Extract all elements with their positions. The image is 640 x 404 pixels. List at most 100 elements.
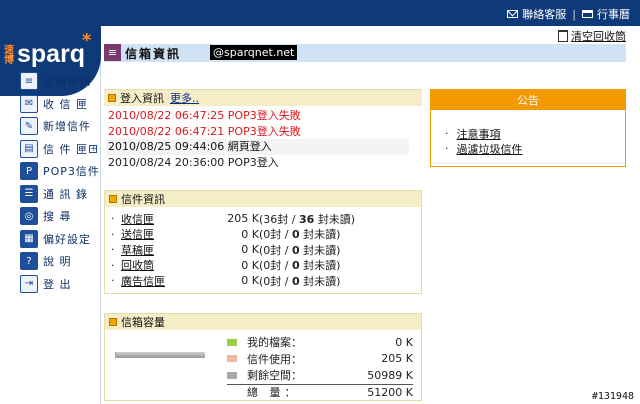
notice-title: 公告 xyxy=(431,90,625,110)
quota-value: 50989 K xyxy=(367,368,413,382)
top-links: 聯絡客服 | 行事曆 xyxy=(507,6,630,22)
notice-link-spam-filter[interactable]: 過濾垃圾信件 xyxy=(457,141,523,157)
logo-star-icon: * xyxy=(82,30,92,51)
sidebar-item-search[interactable]: ◎ 搜 尋 xyxy=(20,205,100,228)
quota-total-row: 總 量： 51200 K xyxy=(227,383,413,401)
sidebar-item-pop3[interactable]: P POP3信件 xyxy=(20,160,100,183)
folder-link-ads[interactable]: 廣告信匣 xyxy=(121,273,211,289)
mail-folder-row: · 收信匣 205 K (36封 / 36 封未讀) xyxy=(111,211,356,227)
login-list: 2010/08/22 06:47:25 POP3登入失敗 2010/08/22 … xyxy=(104,106,409,170)
sidebar: 速博 sparq * ≡ 信箱資訊 ✉ 收 信 匣 ✎ 新增信件 ▤ 信 件 匣… xyxy=(0,26,101,404)
quota-total-label: 總 量： xyxy=(247,386,300,400)
login-info-panel: 登入資訊 更多.. 2010/08/22 06:47:25 POP3登入失敗 2… xyxy=(104,89,422,175)
contact-support-link[interactable]: 聯絡客服 xyxy=(522,6,566,22)
document-icon: ≡ xyxy=(20,72,38,91)
folder-icon: ▤ xyxy=(20,139,38,158)
login-info-header: 登入資訊 更多.. xyxy=(104,90,422,106)
folder-link-trash[interactable]: 回收筒 xyxy=(121,257,211,273)
sidebar-item-mailbox-info[interactable]: ≡ 信箱資訊 xyxy=(20,70,100,93)
login-info-title: 登入資訊 xyxy=(120,92,164,105)
legend-swatch xyxy=(227,355,237,363)
mail-folder-row: · 送信匣 0 K (0封 / 0 封未讀) xyxy=(111,226,341,242)
sidebar-item-label: POP3信件 xyxy=(43,165,100,179)
folder-count: (36封 / 36 封未讀) xyxy=(259,212,356,226)
sidebar-item-compose[interactable]: ✎ 新增信件 xyxy=(20,115,100,138)
sidebar-item-label: 信 件 匣 xyxy=(43,142,88,156)
legend-swatch xyxy=(227,371,237,379)
folder-count: (0封 / 0 封未讀) xyxy=(259,274,341,288)
folder-count: (0封 / 0 封未讀) xyxy=(259,243,341,257)
mail-folder-row: · 回收筒 0 K (0封 / 0 封未讀) xyxy=(111,257,341,273)
mail-info-title: 信件資訊 xyxy=(121,193,165,206)
trash-icon xyxy=(558,30,568,42)
search-icon: ◎ xyxy=(20,207,38,226)
top-links-separator: | xyxy=(572,7,576,21)
folder-size: 0 K xyxy=(241,258,259,272)
sidebar-item-preferences[interactable]: ▦ 偏好設定 xyxy=(20,228,100,251)
quota-label: 信件使用： xyxy=(247,352,302,366)
sidebar-item-folders[interactable]: ▤ 信 件 匣 + xyxy=(20,138,100,161)
sidebar-item-logout[interactable]: ⇥ 登 出 xyxy=(20,273,100,296)
notice-item: · 過濾垃圾信件 xyxy=(445,141,523,157)
legend-swatch xyxy=(227,338,237,346)
sidebar-item-label: 登 出 xyxy=(43,277,72,291)
folder-size: 0 K xyxy=(241,227,259,241)
expand-icon[interactable]: + xyxy=(89,144,98,153)
sidebar-item-label: 偏好設定 xyxy=(43,232,91,246)
notice-panel: 公告 · 注意事項 · 過濾垃圾信件 xyxy=(430,89,626,167)
folder-count: (0封 / 0 封未讀) xyxy=(259,228,341,242)
top-bar: 聯絡客服 | 行事曆 xyxy=(0,0,640,26)
sidebar-item-label: 通 訊 錄 xyxy=(43,187,88,201)
quota-value: 205 K xyxy=(381,352,413,366)
login-row: 2010/08/22 06:47:21 POP3登入失敗 xyxy=(108,124,301,138)
sidebar-item-inbox[interactable]: ✉ 收 信 匣 xyxy=(20,93,100,116)
panel-bullet-icon xyxy=(109,195,117,203)
sidebar-nav: ≡ 信箱資訊 ✉ 收 信 匣 ✎ 新增信件 ▤ 信 件 匣 + P POP3信件… xyxy=(20,70,100,295)
mailbox-quota-panel: 信箱容量 我的檔案： 0 K 信件使用： 205 K 剩餘空間： 50989 K… xyxy=(104,313,422,401)
page-title: 信箱資訊 xyxy=(125,47,182,61)
notice-link-notes[interactable]: 注意事項 xyxy=(457,126,501,142)
quota-rows: 我的檔案： 0 K 信件使用： 205 K 剩餘空間： 50989 K 總 量：… xyxy=(227,334,413,400)
logo-chinese-text: 速博 xyxy=(4,45,14,66)
mail-info-header: 信件資訊 xyxy=(105,191,421,207)
quota-row: 剩餘空間： 50989 K xyxy=(227,367,413,384)
login-row: 2010/08/22 06:47:25 POP3登入失敗 xyxy=(108,109,301,122)
quota-label: 我的檔案： xyxy=(247,336,302,350)
folder-link-sent[interactable]: 送信匣 xyxy=(121,226,211,242)
quota-label: 剩餘空間： xyxy=(247,369,302,383)
title-strip xyxy=(104,44,626,62)
envelope-icon: ✉ xyxy=(20,94,38,113)
sidebar-item-contacts[interactable]: ☰ 通 訊 錄 xyxy=(20,183,100,206)
sidebar-item-label: 信箱資訊 xyxy=(43,75,91,89)
compose-icon: ✎ xyxy=(20,117,38,136)
folder-count: (0封 / 0 封未讀) xyxy=(259,259,341,273)
folder-size: 0 K xyxy=(241,243,259,257)
mail-folder-row: · 草稿匣 0 K (0封 / 0 封未讀) xyxy=(111,242,341,258)
quota-row: 我的檔案： 0 K xyxy=(227,334,413,351)
login-row: 2010/08/24 20:36:00 POP3登入 xyxy=(108,155,279,169)
login-row: 2010/08/25 09:44:06 網頁登入 xyxy=(106,139,409,155)
notice-list: · 注意事項 · 過濾垃圾信件 xyxy=(431,110,625,156)
more-link[interactable]: 更多.. xyxy=(170,90,199,106)
sidebar-item-help[interactable]: ? 說 明 xyxy=(20,250,100,273)
folder-link-inbox[interactable]: 收信匣 xyxy=(121,211,211,227)
sidebar-item-label: 說 明 xyxy=(43,255,72,269)
empty-trash-button[interactable]: 清空回收筒 xyxy=(558,28,626,44)
folder-size: 0 K xyxy=(241,274,259,288)
quota-header: 信箱容量 xyxy=(105,314,421,330)
help-icon: ? xyxy=(20,252,38,271)
panel-bullet-icon xyxy=(108,94,116,102)
panel-bullet-icon xyxy=(109,318,117,326)
mail-icon xyxy=(507,10,519,18)
calendar-link[interactable]: 行事曆 xyxy=(597,6,630,22)
address-book-icon: ☰ xyxy=(20,184,38,203)
pop3-icon: P xyxy=(20,162,38,181)
settings-icon: ▦ xyxy=(20,229,38,248)
notice-item: · 注意事項 xyxy=(445,126,501,142)
mail-folder-row: · 廣告信匣 0 K (0封 / 0 封未讀) xyxy=(111,273,341,289)
mail-rows: · 收信匣 205 K (36封 / 36 封未讀) · 送信匣 0 K (0封… xyxy=(105,207,421,289)
sidebar-item-label: 收 信 匣 xyxy=(43,97,88,111)
mail-info-panel: 信件資訊 · 收信匣 205 K (36封 / 36 封未讀) · 送信匣 0 … xyxy=(104,190,422,294)
folder-link-drafts[interactable]: 草稿匣 xyxy=(121,242,211,258)
quota-usage-bar xyxy=(115,352,205,358)
